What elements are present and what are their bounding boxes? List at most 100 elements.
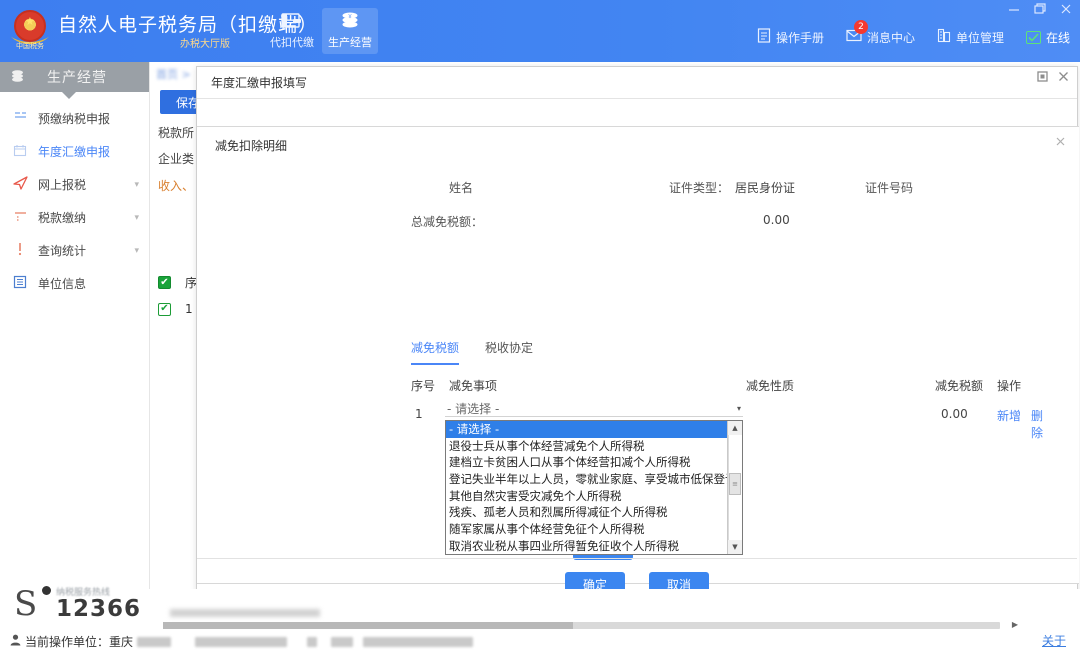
breadcrumb-text: 首页 >	[156, 68, 191, 81]
svg-text:￥: ￥	[347, 14, 352, 20]
row-checkbox[interactable]: ✔	[158, 302, 171, 316]
sidebar-item-unit-info[interactable]: 单位信息	[0, 267, 149, 300]
stats-icon	[12, 242, 28, 259]
dropdown-option[interactable]: 取消农业税从事四业所得暂免征收个人所得税	[446, 538, 727, 554]
close-icon[interactable]	[1056, 136, 1065, 149]
dropdown-option[interactable]: 建档立卡贫困人口从事个体经营扣减个人所得税	[446, 454, 727, 471]
sidebar-section-header: 生产经营	[0, 62, 149, 99]
redacted-unit-5	[363, 636, 474, 647]
module-tab-daikoudaijiao[interactable]: 代扣代缴	[264, 8, 320, 54]
field-id-number-label: 证件号码	[865, 181, 914, 195]
reduction-item-select[interactable]: - 请选择 - ▾	[445, 401, 743, 417]
dropdown-option[interactable]: - 请选择 -	[446, 421, 727, 438]
coins-icon: ￥	[322, 11, 378, 33]
scroll-up-icon[interactable]: ▲	[728, 421, 742, 435]
dropdown-option[interactable]: 登记失业半年以上人员，零就业家庭、享受城市低保登记失业人	[446, 471, 727, 488]
header-action-label: 操作手册	[775, 30, 824, 45]
hotline-glyph-icon: S	[14, 584, 38, 624]
field-name-label: 姓名	[449, 181, 474, 195]
dropdown-option[interactable]: 随军家属从事个体经营免征个人所得税	[446, 521, 727, 538]
dialog-title-bar: 年度汇缴申报填写	[197, 67, 1077, 99]
inner-dialog-title-bar: 减免扣除明细	[197, 127, 1079, 163]
scrollbar-thumb[interactable]	[729, 473, 741, 495]
sidebar-item-prepaid-declaration[interactable]: 预缴纳税申报	[0, 102, 149, 135]
sidebar: 生产经营 预缴纳税申报 年度汇缴申报 网上报税 ▾ 税款缴纳 ▾ 查询统计 ▾ …	[0, 62, 150, 589]
restore-button[interactable]	[1032, 2, 1048, 16]
close-icon[interactable]	[1058, 71, 1069, 82]
cell-seq: 1	[415, 407, 423, 421]
delete-row-link[interactable]: 删除	[1031, 407, 1051, 441]
wallet-icon	[264, 11, 320, 33]
horizontal-scrollbar[interactable]	[163, 622, 1000, 629]
application-window: ★ 中国税务 自然人电子税务局（扣缴端） 办税大厅版 代扣代缴 ￥ 生产经营 操…	[0, 0, 1080, 651]
sidebar-item-online-tax-filing[interactable]: 网上报税 ▾	[0, 168, 149, 201]
redacted-unit-3	[307, 636, 318, 647]
header-status-online[interactable]: 在线	[1025, 29, 1070, 46]
dropdown-scrollbar[interactable]: ▲ ▼	[727, 421, 742, 554]
chevron-down-icon: ▾	[736, 404, 741, 413]
sidebar-item-label: 网上报税	[38, 178, 87, 192]
dropdown-options: - 请选择 - 退役士兵从事个体经营减免个人所得税 建档立卡贫困人口从事个体经营…	[446, 421, 727, 554]
header-action-unit-management[interactable]: 单位管理	[937, 28, 1004, 46]
module-tab-label: 代扣代缴	[270, 36, 314, 49]
pay-icon	[12, 210, 28, 226]
total-reduction-value: 0.00	[763, 213, 790, 227]
send-icon	[12, 176, 28, 193]
online-check-icon	[1025, 30, 1041, 44]
tab-tax-treaty[interactable]: 税收协定	[485, 339, 533, 365]
module-tab-shengchanjingying[interactable]: ￥ 生产经营	[322, 8, 378, 54]
page-label-tax-period: 税款所	[158, 126, 195, 140]
field-id-type-label: 证件类型：	[669, 181, 730, 195]
user-icon	[10, 634, 21, 649]
field-name: 姓名	[449, 179, 519, 196]
about-link[interactable]: 关于	[1042, 632, 1066, 649]
message-badge: 2	[853, 19, 868, 34]
sidebar-item-query-statistics[interactable]: 查询统计 ▾	[0, 234, 149, 267]
scrollbar-thumb[interactable]	[163, 622, 574, 629]
current-unit-label: 当前操作单位：重庆	[25, 635, 134, 649]
dropdown-option[interactable]: 其他自然灾害受灾减免个人所得税	[446, 488, 727, 505]
breadcrumb[interactable]: 首页 >	[156, 66, 191, 82]
sidebar-section-title: 生产经营	[47, 70, 107, 86]
minimize-button[interactable]	[1006, 2, 1022, 16]
app-footer: ▶ S 纳税服务热线 12366 当前操作单位：重庆 关于	[0, 584, 1080, 651]
app-header: ★ 中国税务 自然人电子税务局（扣缴端） 办税大厅版 代扣代缴 ￥ 生产经营 操…	[0, 0, 1080, 62]
sidebar-item-label: 预缴纳税申报	[38, 112, 111, 126]
manual-icon	[757, 28, 771, 46]
national-emblem-logo: ★ 中国税务	[8, 8, 52, 54]
reduction-item-dropdown-list[interactable]: - 请选择 - 退役士兵从事个体经营减免个人所得税 建档立卡贫困人口从事个体经营…	[445, 420, 743, 555]
sidebar-item-tax-payment[interactable]: 税款缴纳 ▾	[0, 201, 149, 234]
redacted-unit-4	[331, 636, 354, 647]
header-action-messages[interactable]: 2 消息中心	[846, 19, 915, 46]
scroll-down-icon[interactable]: ▼	[728, 540, 742, 554]
tab-reduction-amount[interactable]: 减免税额	[411, 339, 460, 365]
header-action-manual[interactable]: 操作手册	[757, 28, 824, 46]
chevron-down-icon: ▾	[134, 245, 139, 256]
dropdown-option[interactable]: 退役士兵从事个体经营减免个人所得税	[446, 438, 727, 455]
sidebar-item-annual-settlement-declaration[interactable]: 年度汇缴申报	[0, 135, 149, 168]
column-header-nature: 减免性质	[746, 379, 795, 393]
dropdown-option[interactable]: 残疾、孤老人员和烈属所得减征个人所得税	[446, 504, 727, 521]
close-button[interactable]	[1058, 2, 1074, 16]
calendar-icon	[12, 144, 28, 160]
header-action-label: 单位管理	[955, 30, 1004, 45]
add-row-link[interactable]: 新增	[997, 407, 1021, 424]
column-header-amount: 减免税额	[935, 379, 984, 393]
scroll-right-icon[interactable]: ▶	[1012, 620, 1018, 629]
chevron-down-icon: ▾	[134, 179, 139, 190]
annual-settlement-dialog: 年度汇缴申报填写 减免扣除明细 姓名 证件类型： 居民身份证 证件号码 总减免税…	[196, 66, 1079, 608]
window-controls	[1006, 2, 1074, 16]
deduction-detail-dialog: 减免扣除明细 姓名 证件类型： 居民身份证 证件号码 总减免税额： 0.00 减…	[197, 126, 1079, 584]
select-all-checkbox[interactable]: ✔	[158, 276, 171, 289]
reduction-item-select-value: - 请选择 -	[447, 402, 500, 416]
header-actions: 操作手册 2 消息中心 单位管理 在线	[757, 19, 1070, 46]
taxpayer-info-row: 姓名 证件类型： 居民身份证 证件号码	[197, 179, 1079, 205]
module-tab-label: 生产经营	[328, 36, 372, 49]
field-id-type-value: 居民身份证	[735, 181, 796, 195]
restore-icon[interactable]	[1037, 71, 1048, 82]
field-id-number: 证件号码	[865, 179, 959, 196]
redacted-unit-1	[137, 636, 172, 647]
sidebar-item-label: 查询统计	[38, 244, 87, 258]
inner-dialog-title: 减免扣除明细	[215, 138, 288, 153]
current-unit-status: 当前操作单位：重庆	[10, 633, 474, 650]
